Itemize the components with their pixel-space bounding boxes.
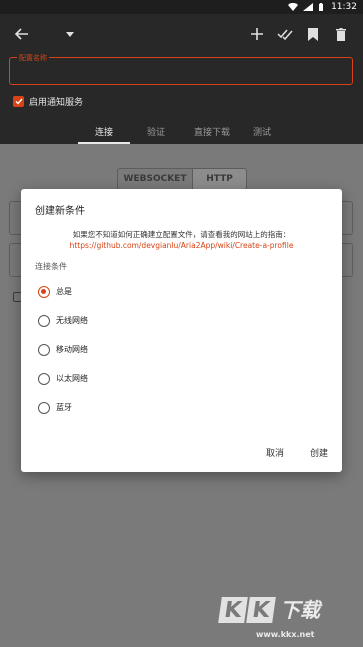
websocket-option[interactable]: WEBSOCKET	[117, 168, 193, 190]
tab-auth[interactable]: 验证	[130, 120, 182, 144]
radio-label: 以太网络	[56, 374, 88, 383]
checkbox-checked-icon	[13, 96, 24, 107]
radio-bluetooth[interactable]: 蓝牙	[38, 393, 88, 422]
add-icon	[251, 28, 263, 40]
wifi-icon	[288, 3, 299, 11]
signal-icon	[303, 3, 314, 11]
create-condition-dialog: 创建新条件 如果您不知道如何正确建立配置文件，请查看我的网站上的指南： http…	[21, 189, 342, 472]
dialog-actions: 取消 创建	[266, 443, 328, 462]
radio-mobile[interactable]: 移动网络	[38, 335, 88, 364]
radio-label: 总是	[56, 287, 72, 296]
profile-name-input[interactable]: 配置名称	[9, 53, 353, 85]
watermark-logo: K K 下载	[218, 594, 320, 623]
delete-button[interactable]	[327, 20, 355, 48]
radio-unchecked-icon	[38, 372, 50, 385]
radio-unchecked-icon	[38, 314, 50, 327]
notify-service-label: 启用通知服务	[29, 98, 84, 108]
back-button[interactable]	[8, 20, 36, 48]
watermark-url: www.kkx.net	[256, 630, 315, 639]
delete-icon	[336, 27, 346, 41]
connection-type-toggle: WEBSOCKET HTTP	[117, 168, 247, 190]
tab-direct-download[interactable]: 直接下载	[182, 120, 242, 144]
profile-dropdown[interactable]	[56, 20, 84, 48]
dialog-message-text: 如果您不知道如何正确建立配置文件，请查看我的网站上的指南：	[72, 230, 291, 239]
guide-link[interactable]: https://github.com/devgianlu/Aria2App/wi…	[31, 240, 332, 251]
tab-bar: 连接 验证 直接下载 测试	[0, 120, 363, 144]
tab-test[interactable]: 测试	[242, 120, 282, 144]
dropdown-caret-icon	[66, 31, 74, 37]
radio-unchecked-icon	[38, 343, 50, 356]
bookmark-button[interactable]	[299, 20, 327, 48]
profile-name-label: 配置名称	[17, 53, 49, 63]
radio-label: 移动网络	[56, 345, 88, 354]
back-arrow-icon	[15, 28, 28, 40]
section-label: 连接条件	[35, 262, 67, 271]
radio-always[interactable]: 总是	[38, 277, 88, 306]
http-option[interactable]: HTTP	[193, 168, 247, 190]
radio-label: 蓝牙	[56, 403, 72, 412]
radio-unchecked-icon	[38, 401, 50, 414]
cancel-button[interactable]: 取消	[266, 443, 284, 462]
toolbar	[0, 14, 363, 54]
battery-icon	[319, 3, 324, 11]
status-bar: 11:32	[0, 0, 363, 14]
radio-checked-icon	[38, 285, 50, 298]
radio-wifi[interactable]: 无线网络	[38, 306, 88, 335]
create-button[interactable]: 创建	[310, 443, 328, 462]
status-time: 11:32	[331, 2, 357, 12]
app-header: 配置名称 启用通知服务 连接 验证 直接下载 测试	[0, 14, 363, 144]
bookmark-icon	[308, 27, 318, 41]
dialog-title: 创建新条件	[35, 206, 85, 217]
tab-connection[interactable]: 连接	[78, 120, 130, 144]
condition-radio-group: 总是 无线网络 移动网络 以太网络 蓝牙	[38, 277, 88, 422]
radio-label: 无线网络	[56, 316, 88, 325]
add-button[interactable]	[243, 20, 271, 48]
dialog-message: 如果您不知道如何正确建立配置文件，请查看我的网站上的指南： https://gi…	[31, 229, 332, 251]
radio-ethernet[interactable]: 以太网络	[38, 364, 88, 393]
notify-service-checkbox[interactable]: 启用通知服务	[13, 95, 83, 108]
done-all-button[interactable]	[271, 20, 299, 48]
done-all-icon	[277, 29, 293, 40]
